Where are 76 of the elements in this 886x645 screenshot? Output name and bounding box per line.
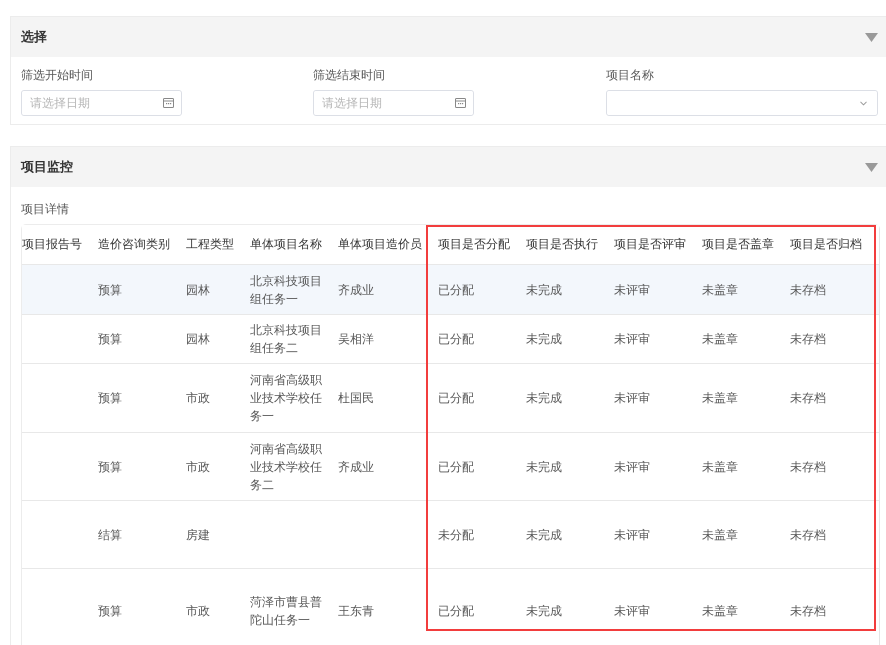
date-field[interactable]: 请选择日期 [313, 90, 474, 116]
calendar-icon [455, 97, 466, 108]
table-cell-text: 河南省高级职业技术学校任务二 [250, 440, 323, 494]
table-cell-text: 齐成业 [338, 282, 375, 298]
table-cell-text: 未完成 [526, 282, 563, 298]
table-cell-text: 未评审 [614, 603, 651, 620]
table-cell-text: 齐成业 [338, 458, 375, 476]
table-cell-text: 已分配 [438, 458, 475, 476]
table-cell-text: 未完成 [526, 603, 563, 620]
column-header: 项目是否评审 [614, 236, 687, 253]
table-cell-text: 预算 [98, 282, 123, 298]
panel-title: 选择 [21, 29, 47, 46]
table-cell-text: 预算 [98, 603, 123, 620]
table-cell-text: 吴相洋 [338, 331, 375, 348]
table-cell-text: 已分配 [438, 390, 475, 407]
table-cell-text: 未存档 [790, 603, 827, 620]
table-cell-text: 市政 [186, 390, 211, 407]
table-cell-text: 未存档 [790, 458, 827, 476]
field-label: 筛选开始时间 [21, 67, 94, 84]
column-header: 项目是否盖章 [702, 236, 775, 253]
calendar-icon [163, 97, 174, 108]
table-cell-text: 园林 [186, 331, 211, 348]
table-cell-text: 北京科技项目组任务一 [250, 272, 323, 308]
table-cell-text: 预算 [98, 458, 123, 476]
table-cell-text: 未评审 [614, 331, 651, 348]
table-cell-text: 未盖章 [702, 331, 739, 348]
table-cell-text: 未评审 [614, 458, 651, 476]
table-cell-text: 未完成 [526, 331, 563, 348]
column-header: 项目报告号 [22, 236, 83, 253]
table-cell-text: 菏泽市曹县普陀山任务一 [250, 594, 323, 629]
table-cell-text: 未评审 [614, 526, 651, 544]
column-header: 项目是否分配 [438, 236, 511, 253]
table-cell-text: 未存档 [790, 331, 827, 348]
table-cell-text: 预算 [98, 331, 123, 348]
field-label: 筛选结束时间 [313, 67, 386, 84]
table-cell-text: 未盖章 [702, 458, 739, 476]
table-cell-text: 未分配 [438, 526, 475, 544]
table-cell-text: 房建 [186, 526, 211, 544]
table-cell-text: 未盖章 [702, 282, 739, 298]
column-header: 项目是否执行 [526, 236, 599, 253]
table-cell-text: 未存档 [790, 390, 827, 407]
table-cell-text: 已分配 [438, 282, 475, 298]
table-cell-text: 市政 [186, 458, 211, 476]
table-cell-text: 王东青 [338, 603, 375, 620]
collapse-toggle-icon[interactable] [865, 162, 878, 172]
column-header: 造价咨询类别 [98, 236, 171, 253]
column-header: 项目是否归档 [790, 236, 863, 253]
table-cell-text: 已分配 [438, 603, 475, 620]
table-cell-text: 未完成 [526, 526, 563, 544]
table-cell-text: 已分配 [438, 331, 475, 348]
select-field[interactable] [606, 90, 878, 116]
table-cell-text: 未存档 [790, 282, 827, 298]
table-cell-text: 园林 [186, 282, 211, 298]
table-cell-text: 河南省高级职业技术学校任务一 [250, 372, 323, 425]
table-cell-text: 未完成 [526, 390, 563, 407]
table-cell-text: 未完成 [526, 458, 563, 476]
column-header: 单体项目造价员 [338, 236, 423, 253]
table-cell-text: 北京科技项目组任务二 [250, 322, 323, 357]
table-cell-text: 未盖章 [702, 390, 739, 407]
table-cell-text: 结算 [98, 526, 123, 544]
table-cell-text: 未评审 [614, 390, 651, 407]
collapse-toggle-icon[interactable] [865, 32, 878, 42]
field-label: 项目名称 [606, 67, 655, 84]
column-header: 单体项目名称 [250, 236, 323, 253]
table-cell-text: 未盖章 [702, 603, 739, 620]
table-cell-text: 市政 [186, 603, 211, 620]
date-field[interactable]: 请选择日期 [21, 90, 182, 116]
column-header: 工程类型 [186, 236, 235, 253]
panel-title: 项目监控 [21, 159, 73, 176]
table-cell-text: 未评审 [614, 282, 651, 298]
table-cell-text: 未盖章 [702, 526, 739, 544]
table-cell-text: 未存档 [790, 526, 827, 544]
section-label: 项目详情 [21, 201, 70, 218]
table-row-hovered[interactable]: 预算 园林 北京科技项目组任务一 齐成业 已分配 未完成 未评审 未盖章 未存档 [22, 265, 879, 315]
table-cell-text: 预算 [98, 390, 123, 407]
table-cell-text: 杜国民 [338, 390, 375, 407]
